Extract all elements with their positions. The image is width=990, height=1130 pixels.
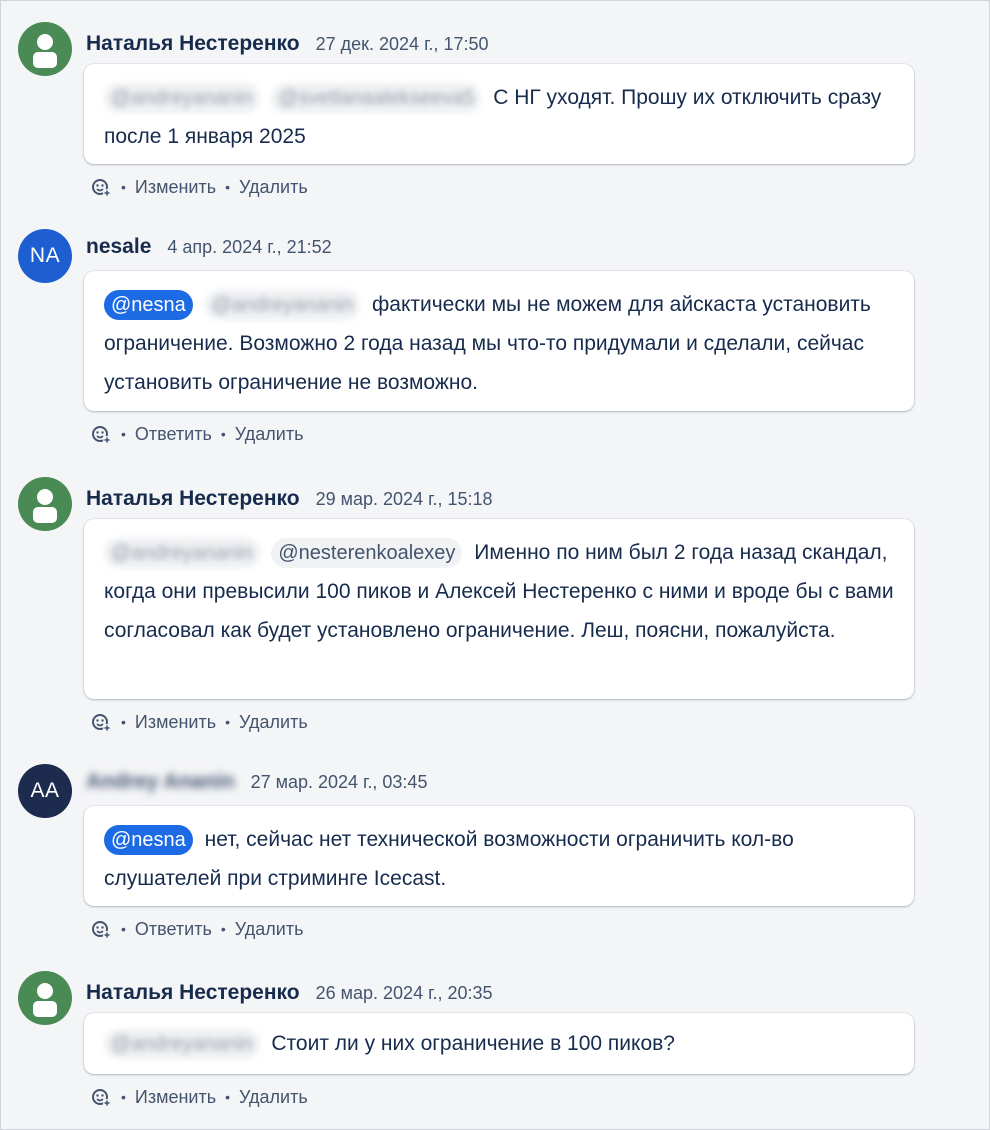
author-name[interactable]: nesale bbox=[86, 235, 151, 259]
avatar[interactable] bbox=[18, 971, 72, 1025]
comment-body: @nesna нет, сейчас нет технической возмо… bbox=[84, 806, 914, 906]
separator: • bbox=[220, 426, 226, 442]
comment-date[interactable]: 26 мар. 2024 г., 20:35 bbox=[316, 983, 493, 1004]
mention[interactable]: @svetlanaalekseeva5 bbox=[271, 83, 482, 113]
avatar[interactable] bbox=[18, 22, 72, 76]
reply-link[interactable]: Ответить bbox=[135, 424, 212, 445]
add-reaction-icon[interactable] bbox=[90, 1086, 112, 1108]
add-reaction-icon[interactable] bbox=[90, 176, 112, 198]
separator: • bbox=[121, 921, 126, 937]
mention[interactable]: @andreyananin bbox=[104, 83, 260, 113]
reply-link[interactable]: Ответить bbox=[135, 919, 212, 940]
separator: • bbox=[225, 1089, 231, 1105]
edit-link[interactable]: Изменить bbox=[135, 1087, 216, 1108]
add-reaction-icon[interactable] bbox=[90, 423, 112, 445]
separator: • bbox=[121, 426, 126, 442]
separator: • bbox=[225, 714, 231, 730]
comment-date[interactable]: 29 мар. 2024 г., 15:18 bbox=[316, 489, 493, 510]
author-name[interactable]: Наталья Нестеренко bbox=[86, 981, 300, 1005]
comment-body: @andreyananin @nesterenkoalexey Именно п… bbox=[84, 519, 914, 699]
user-avatar-icon bbox=[33, 34, 57, 68]
comment-body: @nesna @andreyananin фактически мы не мо… bbox=[84, 271, 914, 411]
avatar[interactable]: NA bbox=[18, 229, 72, 283]
avatar[interactable] bbox=[18, 477, 72, 531]
separator: • bbox=[121, 1089, 126, 1105]
delete-link[interactable]: Удалить bbox=[239, 1087, 308, 1108]
delete-link[interactable]: Удалить bbox=[235, 424, 304, 445]
delete-link[interactable]: Удалить bbox=[239, 177, 308, 198]
comment-body: @andreyananin Стоит ли у них ограничение… bbox=[84, 1013, 914, 1074]
author-name[interactable]: Andrey Ananin bbox=[86, 770, 235, 794]
add-reaction-icon[interactable] bbox=[90, 918, 112, 940]
mention[interactable]: @andreyananin bbox=[104, 1029, 260, 1059]
mention[interactable]: @andreyananin bbox=[204, 290, 361, 320]
comment-date[interactable]: 4 апр. 2024 г., 21:52 bbox=[167, 237, 331, 258]
separator: • bbox=[121, 714, 126, 730]
user-avatar-icon bbox=[33, 983, 57, 1017]
comment-date[interactable]: 27 мар. 2024 г., 03:45 bbox=[251, 772, 428, 793]
comment-body: @andreyananin @svetlanaalekseeva5 С НГ у… bbox=[84, 64, 914, 164]
mention[interactable]: @nesna bbox=[104, 290, 193, 320]
mention[interactable]: @andreyananin bbox=[104, 538, 260, 568]
edit-link[interactable]: Изменить bbox=[135, 177, 216, 198]
comment-text: Стоит ли у них ограничение в 100 пиков? bbox=[271, 1032, 675, 1055]
separator: • bbox=[121, 179, 126, 195]
user-avatar-icon bbox=[33, 489, 57, 523]
comment-text: нет, сейчас нет технической возможности … bbox=[104, 828, 794, 890]
separator: • bbox=[220, 921, 226, 937]
mention[interactable]: @nesterenkoalexey bbox=[271, 538, 463, 568]
edit-link[interactable]: Изменить bbox=[135, 712, 216, 733]
delete-link[interactable]: Удалить bbox=[235, 919, 304, 940]
add-reaction-icon[interactable] bbox=[90, 711, 112, 733]
avatar[interactable]: AA bbox=[18, 764, 72, 818]
author-name[interactable]: Наталья Нестеренко bbox=[86, 487, 300, 511]
delete-link[interactable]: Удалить bbox=[239, 712, 308, 733]
mention[interactable]: @nesna bbox=[104, 825, 193, 855]
separator: • bbox=[225, 179, 231, 195]
author-name[interactable]: Наталья Нестеренко bbox=[86, 32, 300, 56]
comment-date[interactable]: 27 дек. 2024 г., 17:50 bbox=[316, 34, 489, 55]
